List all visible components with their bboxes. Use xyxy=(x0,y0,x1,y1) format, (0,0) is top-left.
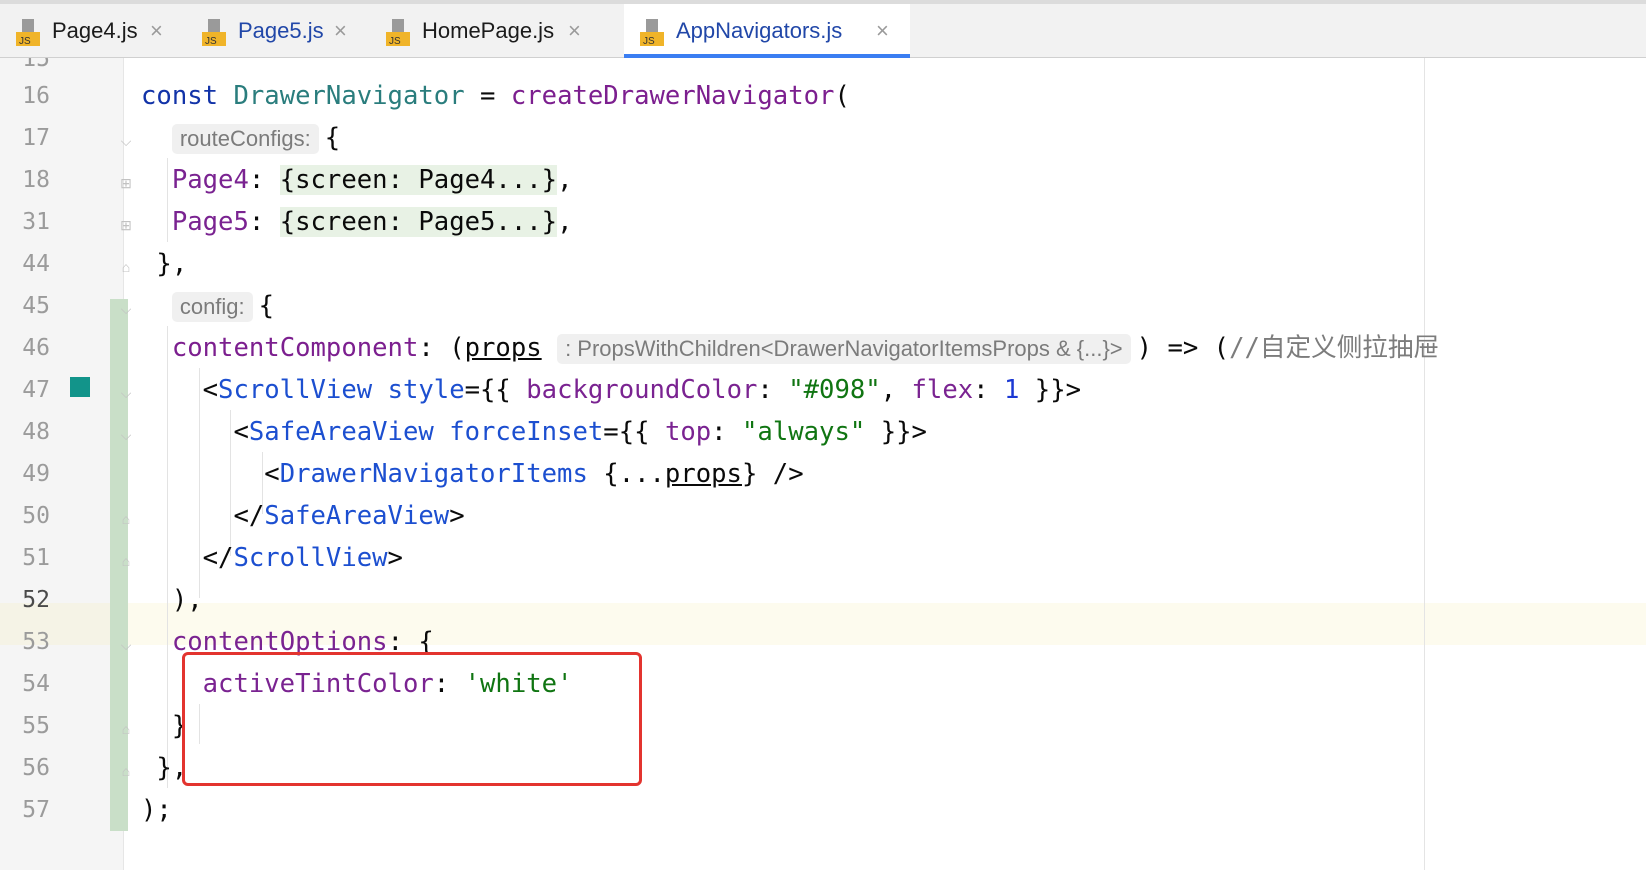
fold-end-icon[interactable]: ⌂ xyxy=(118,720,134,738)
param-hint: routeConfigs: xyxy=(171,124,319,154)
svg-text:JS: JS xyxy=(205,36,217,47)
line-number: 15 xyxy=(22,58,50,72)
tab-label: HomePage.js xyxy=(422,18,555,43)
fold-end-icon[interactable]: ⌂ xyxy=(118,510,134,528)
line-number: 51 xyxy=(22,545,50,571)
close-icon[interactable]: × xyxy=(876,18,889,44)
line-number: 48 xyxy=(22,419,50,445)
editor-tab-bar: JS Page4.js × JS Page5.js × JS HomePage.… xyxy=(0,0,1646,58)
tab-label: Page5.js xyxy=(238,18,324,43)
line-number: 53 xyxy=(22,629,50,655)
code-line[interactable]: </ScrollView> xyxy=(141,537,403,579)
annotation-highlight-box xyxy=(182,652,642,786)
line-number: 54 xyxy=(22,671,50,697)
fold-collapse-icon[interactable]: ⌵ xyxy=(118,300,134,318)
code-editor[interactable]: 15 16 17 18 31 44 45 46 47 48 49 50 51 5… xyxy=(0,58,1646,870)
type-hint: : PropsWithChildren<DrawerNavigatorItems… xyxy=(557,334,1131,364)
line-number: 57 xyxy=(22,797,50,823)
line-number: 31 xyxy=(22,209,50,235)
line-number: 55 xyxy=(22,713,50,739)
code-line[interactable]: ); xyxy=(141,789,172,831)
folded-region: {screen: Page4...} xyxy=(279,165,558,195)
tab-page4[interactable]: JS Page4.js × xyxy=(0,4,186,58)
fold-collapse-icon[interactable]: ⌵ xyxy=(118,426,134,444)
line-number: 16 xyxy=(22,83,50,109)
line-number: 46 xyxy=(22,335,50,361)
line-number: 18 xyxy=(22,167,50,193)
fold-collapse-icon[interactable]: ⌵ xyxy=(118,384,134,402)
param-hint: config: xyxy=(171,292,253,322)
line-number: 47 xyxy=(22,377,50,403)
fold-end-icon[interactable]: ⌂ xyxy=(118,552,134,570)
svg-text:JS: JS xyxy=(643,36,655,47)
tab-label: Page4.js xyxy=(52,18,138,43)
tab-appnavigators[interactable]: JS AppNavigators.js × xyxy=(624,4,910,58)
line-number-current: 52 xyxy=(22,587,50,613)
svg-text:JS: JS xyxy=(389,36,401,47)
code-line[interactable]: routeConfigs:{ xyxy=(141,117,340,159)
folded-region: {screen: Page5...} xyxy=(279,207,558,237)
js-file-icon: JS xyxy=(386,19,410,47)
fold-end-icon[interactable]: ⌂ xyxy=(118,258,134,276)
js-file-icon: JS xyxy=(640,19,664,47)
line-number: 56 xyxy=(22,755,50,781)
code-line[interactable]: config:{ xyxy=(141,285,274,327)
fold-collapse-icon[interactable]: ⌵ xyxy=(118,132,134,150)
code-line[interactable]: const DrawerNavigator = createDrawerNavi… xyxy=(141,75,850,117)
fold-end-icon[interactable]: ⌂ xyxy=(118,762,134,780)
code-line[interactable]: Page4: {screen: Page4...}, xyxy=(141,159,572,201)
code-line[interactable]: } xyxy=(141,705,187,747)
code-line[interactable]: }, xyxy=(141,747,187,789)
line-number: 49 xyxy=(22,461,50,487)
code-comment: //自定义侧拉抽屉 xyxy=(1229,333,1440,363)
code-line[interactable]: contentComponent: (props : PropsWithChil… xyxy=(141,327,1439,369)
tab-homepage[interactable]: JS HomePage.js × xyxy=(370,4,605,58)
fold-expand-icon[interactable]: ⊞ xyxy=(118,216,134,234)
color-preview-swatch[interactable] xyxy=(70,377,90,397)
js-file-icon: JS xyxy=(16,19,40,47)
fold-collapse-icon[interactable]: ⌵ xyxy=(118,636,134,654)
fold-expand-icon[interactable]: ⊞ xyxy=(118,174,134,192)
code-line-current[interactable]: ), xyxy=(141,579,203,621)
code-line[interactable]: Page5: {screen: Page5...}, xyxy=(141,201,572,243)
code-line[interactable]: <DrawerNavigatorItems {...props} /> xyxy=(141,453,803,495)
svg-text:JS: JS xyxy=(19,36,31,47)
close-icon[interactable]: × xyxy=(334,18,347,44)
line-number: 44 xyxy=(22,251,50,277)
code-line[interactable]: <SafeAreaView forceInset={{ top: "always… xyxy=(141,411,926,453)
code-line[interactable]: <ScrollView style={{ backgroundColor: "#… xyxy=(141,369,1081,411)
tab-label: AppNavigators.js xyxy=(676,18,843,43)
line-number: 50 xyxy=(22,503,50,529)
right-margin-guide xyxy=(1424,58,1425,870)
code-line[interactable]: </SafeAreaView> xyxy=(141,495,464,537)
close-icon[interactable]: × xyxy=(150,18,163,44)
js-file-icon: JS xyxy=(202,19,226,47)
line-number: 45 xyxy=(22,293,50,319)
code-line[interactable]: }, xyxy=(141,243,187,285)
close-icon[interactable]: × xyxy=(568,18,581,44)
line-number: 17 xyxy=(22,125,50,151)
tab-page5[interactable]: JS Page5.js × xyxy=(186,4,370,58)
